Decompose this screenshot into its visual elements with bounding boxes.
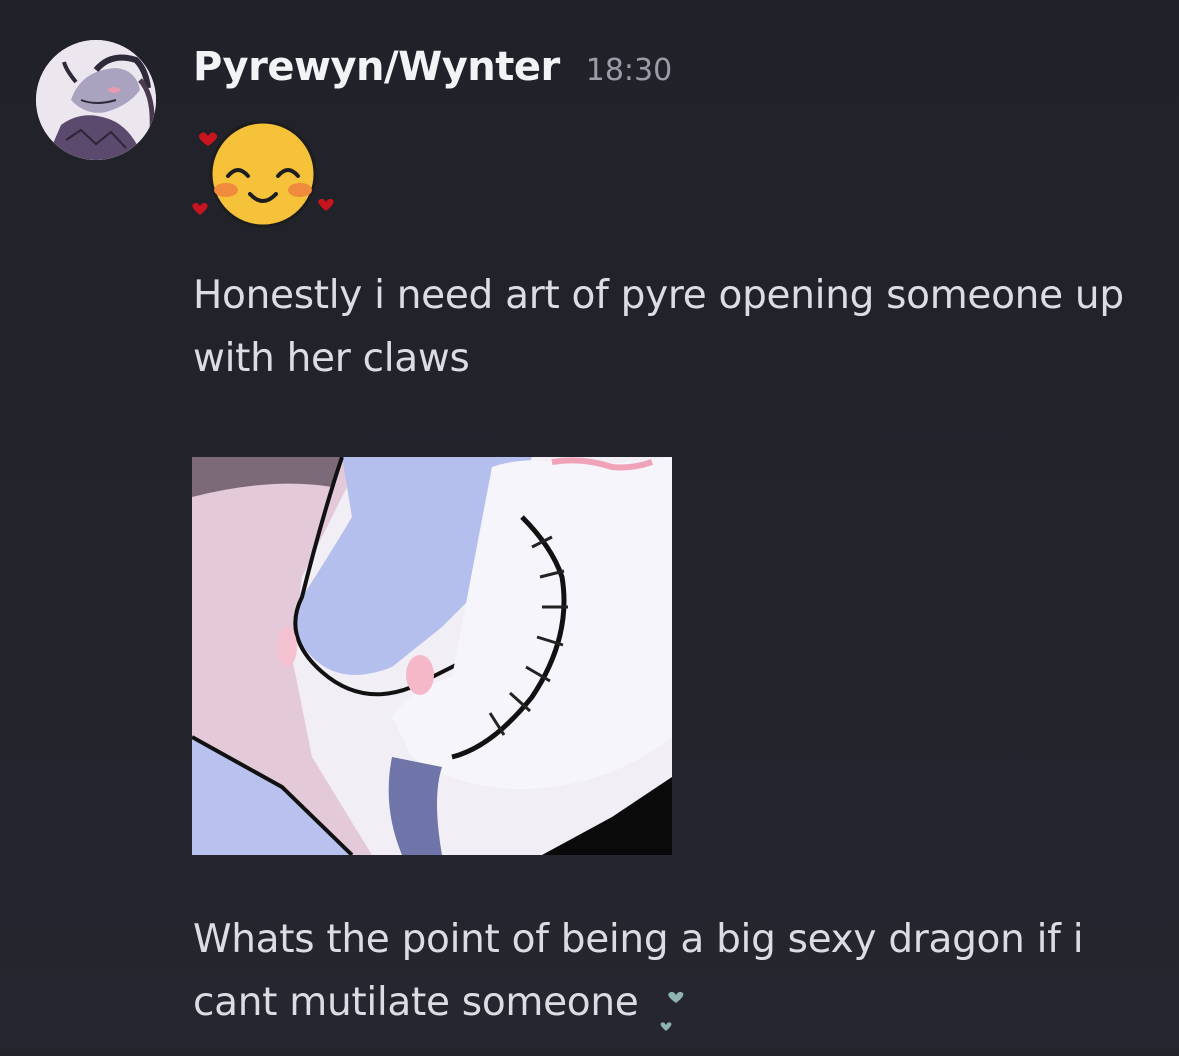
message-text-2-content: Whats the point of being a big sexy drag… [193, 917, 1084, 1025]
message-header: Pyrewyn/Wynter 18:30 [193, 44, 672, 90]
image-attachment[interactable] [192, 457, 672, 855]
floating-hearts-emoji [654, 977, 694, 1037]
blushing-smile-hearts-emoji [190, 120, 340, 232]
message-text-1: Honestly i need art of pyre opening some… [193, 273, 1124, 381]
attachment-image [192, 457, 672, 855]
timestamp: 18:30 [585, 53, 673, 88]
chat-message: Pyrewyn/Wynter 18:30 Honestly i need art… [0, 0, 1179, 1049]
username[interactable]: Pyrewyn/Wynter [193, 44, 560, 90]
avatar-image [36, 40, 156, 160]
avatar[interactable] [36, 40, 156, 160]
message-text-2: Whats the point of being a big sexy drag… [193, 908, 1153, 1037]
